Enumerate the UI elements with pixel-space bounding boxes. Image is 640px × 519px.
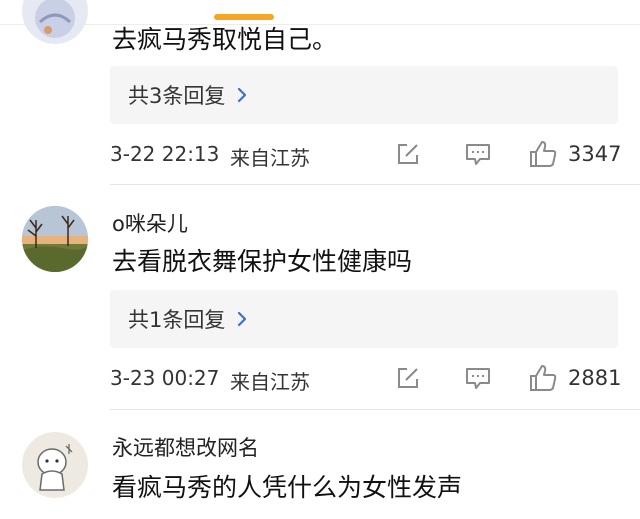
comment-button[interactable] (464, 140, 492, 168)
edit-share-icon (398, 144, 418, 164)
comment-text: 看疯马秀的人凭什么为女性发声 (112, 473, 463, 502)
edit-share-icon (398, 368, 418, 388)
thumbs-up-icon (530, 141, 557, 167)
share-button[interactable] (394, 140, 422, 168)
chevron-right-icon (235, 87, 251, 103)
comment-text: 去疯马秀取悦自己。 (112, 25, 338, 54)
like-button[interactable]: 2881 (528, 364, 621, 392)
comment-item: 永远都想改网名 看疯马秀的人凭什么为女性发声 (0, 410, 640, 519)
comment-meta: 3-23 00:27 来自江苏 2881 (110, 362, 630, 396)
comment-bubble-icon (466, 144, 490, 165)
replies-label: 共3条回复 (128, 84, 226, 108)
view-replies-button[interactable]: 共3条回复 (110, 66, 618, 124)
comment-location: 来自江苏 (230, 146, 310, 170)
comment-bubble-icon (466, 368, 490, 389)
view-replies-button[interactable]: 共1条回复 (110, 290, 618, 348)
like-button[interactable]: 3347 (528, 140, 621, 168)
replies-label: 共1条回复 (128, 308, 226, 332)
comment-divider (110, 184, 640, 185)
avatar[interactable] (22, 0, 88, 44)
comment-location: 来自江苏 (230, 370, 310, 394)
like-count: 3347 (568, 142, 622, 166)
comment-button[interactable] (464, 364, 492, 392)
chevron-right-icon (235, 311, 251, 327)
avatar[interactable] (22, 206, 88, 272)
comment-time: 3-22 22:13 (110, 142, 220, 166)
comment-time: 3-23 00:27 (110, 366, 220, 390)
comment-text: 去看脱衣舞保护女性健康吗 (112, 247, 413, 276)
comment-item: o咪朵儿 去看脱衣舞保护女性健康吗 共1条回复 3-23 00:27 来自江苏 … (0, 186, 640, 410)
share-button[interactable] (394, 364, 422, 392)
like-count: 2881 (568, 366, 622, 390)
comment-meta: 3-22 22:13 来自江苏 3347 (110, 138, 630, 172)
comment-item: 去疯马秀取悦自己。 共3条回复 3-22 22:13 来自江苏 3347 (0, 0, 640, 185)
thumbs-up-icon (530, 365, 557, 391)
avatar[interactable] (22, 432, 88, 498)
commenter-name[interactable]: 永远都想改网名 (112, 432, 259, 462)
commenter-name[interactable]: o咪朵儿 (112, 208, 188, 238)
